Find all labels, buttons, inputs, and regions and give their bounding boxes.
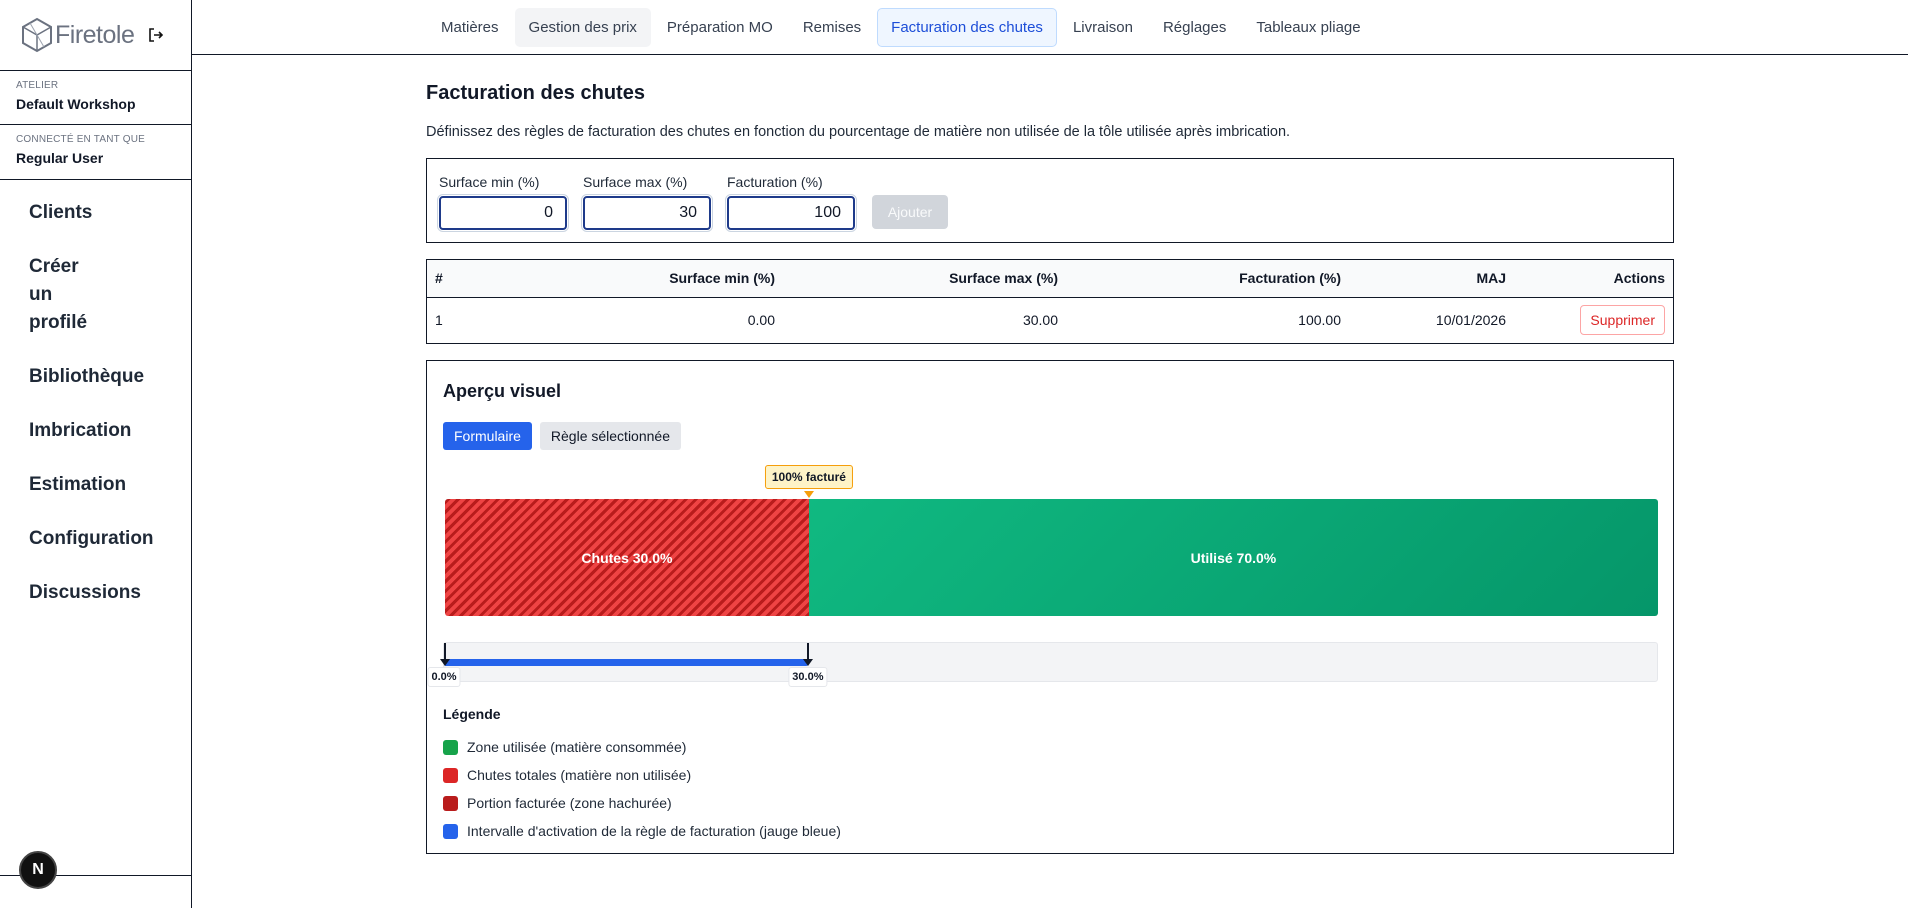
mode-form-button[interactable]: Formulaire: [443, 422, 532, 450]
visual-preview: Aperçu visuel Formulaire Règle sélection…: [426, 360, 1674, 854]
gauge-min-label: 0.0%: [427, 667, 461, 687]
firetole-logo-icon: [22, 17, 52, 53]
cell-id: 1: [435, 312, 443, 329]
mode-selected-rule-button[interactable]: Règle sélectionnée: [539, 422, 681, 450]
logout-icon[interactable]: [147, 26, 165, 44]
cell-min: 0.00: [747, 312, 775, 329]
sidebar-item-library[interactable]: Bibliothèque: [0, 363, 191, 391]
billing-input[interactable]: [725, 194, 857, 232]
max-surface-label: Surface max (%): [583, 174, 688, 190]
used-segment-label: Utilisé 70.0%: [1190, 549, 1277, 566]
min-surface-input[interactable]: [437, 194, 569, 232]
col-header-updated: MAJ: [1476, 270, 1506, 287]
used-segment: Utilisé 70.0%: [808, 499, 1658, 616]
scrap-segment-label: Chutes 30.0%: [581, 549, 673, 566]
billed-marker-arrow: [803, 491, 814, 498]
tab-scrap-billing[interactable]: Facturation des chutes: [877, 8, 1057, 47]
sidebar: Firetole ATELIER Default Workshop CONNEC…: [0, 0, 192, 908]
legend-item-billed: Portion facturée (zone hachurée): [443, 789, 841, 817]
sheet-usage-bar: Chutes 30.0% Utilisé 70.0%: [445, 499, 1658, 616]
billing-label: Facturation (%): [727, 174, 823, 190]
tab-discounts[interactable]: Remises: [789, 8, 875, 47]
max-surface-field: Surface max (%): [581, 174, 713, 232]
preview-mode-toggle: Formulaire Règle sélectionnée: [443, 422, 681, 450]
legend-label-gauge: Intervalle d'activation de la règle de f…: [467, 823, 841, 839]
sidebar-item-create-profile[interactable]: Créer un profilé: [0, 253, 130, 337]
settings-tabs: Matières Gestion des prix Préparation MO…: [427, 8, 1375, 47]
rule-form: Surface min (%) Surface max (%) Facturat…: [426, 158, 1674, 243]
col-header-actions: Actions: [1613, 270, 1665, 287]
cell-updated: 10/01/2026: [1435, 312, 1506, 329]
workshop-value: Default Workshop: [16, 96, 136, 112]
legend-swatch-used: [443, 739, 458, 755]
legend: Légende Zone utilisée (matière consommée…: [443, 706, 841, 845]
legend-label-scrap: Chutes totales (matière non utilisée): [467, 767, 692, 783]
scrap-segment: Chutes 30.0%: [445, 499, 809, 616]
dev-tools-badge[interactable]: N: [19, 851, 57, 889]
legend-title: Légende: [443, 706, 501, 722]
legend-label-billed: Portion facturée (zone hachurée): [467, 795, 672, 811]
cell-billing: 100.00: [1298, 312, 1341, 329]
page-title: Facturation des chutes: [426, 82, 645, 104]
min-surface-field: Surface min (%): [437, 174, 569, 232]
legend-label-used: Zone utilisée (matière consommée): [467, 739, 687, 755]
sidebar-item-configuration[interactable]: Configuration: [0, 525, 191, 553]
top-nav: Matières Gestion des prix Préparation MO…: [192, 0, 1908, 55]
add-rule-button[interactable]: Ajouter: [872, 195, 948, 229]
legend-item-used: Zone utilisée (matière consommée): [443, 733, 841, 761]
gauge-max-label: 30.0%: [788, 667, 828, 687]
user-value: Regular User: [16, 150, 104, 166]
col-header-max: Surface max (%): [949, 270, 1058, 287]
gauge-max-handle[interactable]: [802, 659, 813, 666]
legend-item-scrap: Chutes totales (matière non utilisée): [443, 761, 841, 789]
rules-table: # Surface min (%) Surface max (%) Factur…: [427, 260, 1673, 343]
col-header-billing: Facturation (%): [1239, 270, 1341, 287]
max-surface-input[interactable]: [581, 194, 713, 232]
sidebar-item-estimation[interactable]: Estimation: [0, 471, 191, 499]
tab-labor-prep[interactable]: Préparation MO: [653, 8, 787, 47]
logo-row: Firetole: [0, 0, 191, 71]
sidebar-nav: Clients Créer un profilé Bibliothèque Im…: [0, 180, 191, 607]
page-description: Définissez des règles de facturation des…: [426, 124, 1291, 140]
table-header-row: # Surface min (%) Surface max (%) Factur…: [427, 260, 1673, 297]
sidebar-item-clients[interactable]: Clients: [0, 199, 191, 227]
activation-gauge: [440, 642, 1658, 682]
preview-title: Aperçu visuel: [443, 381, 562, 401]
legend-item-gauge: Intervalle d'activation de la règle de f…: [443, 817, 841, 845]
tab-bending-tables[interactable]: Tableaux pliage: [1242, 8, 1374, 47]
app-name: Firetole: [55, 20, 135, 49]
delete-rule-button[interactable]: Supprimer: [1580, 305, 1665, 336]
gauge-min-handle[interactable]: [440, 659, 450, 666]
sidebar-item-nesting[interactable]: Imbrication: [0, 417, 191, 445]
sidebar-item-discussions[interactable]: Discussions: [0, 579, 191, 607]
legend-swatch-scrap: [443, 767, 458, 783]
workshop-block: ATELIER Default Workshop: [0, 71, 191, 125]
table-row: 1 0.00 30.00 100.00 10/01/2026 Supprimer: [427, 297, 1673, 343]
tab-materials[interactable]: Matières: [427, 8, 513, 47]
cell-actions: Supprimer: [1510, 297, 1673, 343]
cell-max: 30.00: [1022, 312, 1058, 329]
user-label: CONNECTÉ EN TANT QUE: [16, 134, 146, 145]
rules-table-card: # Surface min (%) Surface max (%) Factur…: [426, 259, 1674, 344]
col-header-min: Surface min (%): [669, 270, 775, 287]
activation-gauge-fill: [444, 659, 808, 666]
user-block: CONNECTÉ EN TANT QUE Regular User: [0, 125, 191, 180]
tab-pricing[interactable]: Gestion des prix: [514, 8, 651, 47]
billing-field: Facturation (%): [725, 174, 857, 232]
legend-swatch-gauge: [443, 823, 458, 839]
tab-settings[interactable]: Réglages: [1149, 8, 1240, 47]
col-header-id: #: [435, 270, 443, 287]
legend-swatch-billed: [443, 795, 458, 811]
workshop-label: ATELIER: [16, 80, 59, 91]
min-surface-label: Surface min (%): [439, 174, 540, 190]
tab-delivery[interactable]: Livraison: [1059, 8, 1147, 47]
billed-badge: 100% facturé: [764, 465, 853, 489]
